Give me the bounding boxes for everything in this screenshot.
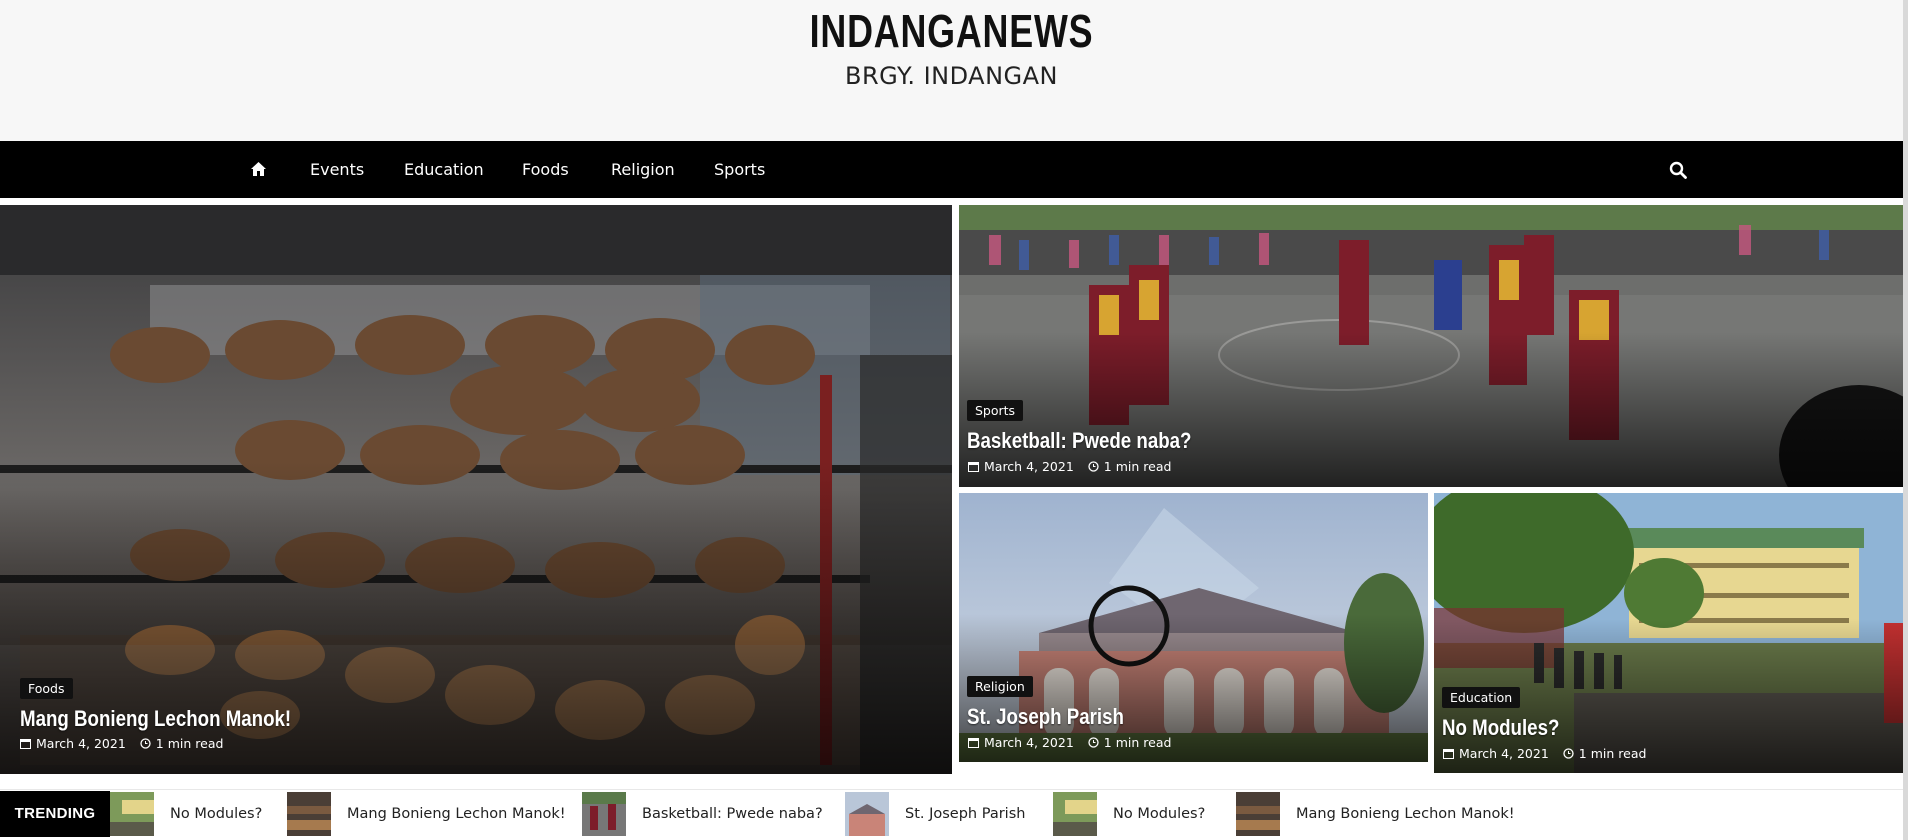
page-scrollbar[interactable] (1903, 0, 1908, 840)
category-badge[interactable]: Education (1442, 687, 1521, 708)
site-header: INDANGANEWS BRGY. INDANGAN (0, 0, 1903, 141)
nav-item-foods[interactable]: Foods (522, 141, 569, 198)
clock-icon (1563, 748, 1574, 759)
trending-title: Mang Bonieng Lechon Manok! (1296, 806, 1515, 822)
post-date: March 4, 2021 (984, 459, 1074, 474)
post-title[interactable]: St. Joseph Parish (967, 704, 1124, 730)
post-read-time: 1 min read (1103, 735, 1172, 750)
post-meta: March 4, 2021 1 min read (968, 735, 1171, 750)
nav-item-events[interactable]: Events (310, 141, 364, 198)
main-navigation: Events Education Foods Religion Sports (0, 141, 1903, 198)
featured-post-religion[interactable]: Religion St. Joseph Parish March 4, 2021… (959, 493, 1428, 762)
calendar-icon (20, 739, 31, 749)
category-badge[interactable]: Religion (967, 676, 1033, 697)
post-meta: March 4, 2021 1 min read (1443, 746, 1646, 761)
trending-item[interactable]: Basketball: Pwede naba? (582, 791, 823, 837)
post-date: March 4, 2021 (36, 736, 126, 751)
trending-title: No Modules? (1113, 806, 1206, 822)
trending-label: TRENDING NEWS (0, 791, 110, 837)
site-title[interactable]: INDANGANEWS (209, 4, 1693, 58)
trending-title: Basketball: Pwede naba? (642, 806, 823, 822)
trending-item[interactable]: Mang Bonieng Lechon Manok! (287, 791, 566, 837)
trending-title: No Modules? (170, 806, 263, 822)
calendar-icon (968, 462, 979, 472)
trending-thumbnail (287, 792, 331, 836)
clock-icon (1088, 737, 1099, 748)
site-tagline: BRGY. INDANGAN (844, 62, 1059, 90)
post-meta: March 4, 2021 1 min read (968, 459, 1171, 474)
clock-icon (1088, 461, 1099, 472)
search-icon[interactable] (1669, 161, 1687, 179)
trending-thumbnail (1053, 792, 1097, 836)
post-meta: March 4, 2021 1 min read (20, 736, 223, 751)
calendar-icon (968, 738, 979, 748)
post-title[interactable]: No Modules? (1442, 715, 1559, 741)
post-title[interactable]: Basketball: Pwede naba? (967, 428, 1191, 454)
post-date: March 4, 2021 (984, 735, 1074, 750)
post-title[interactable]: Mang Bonieng Lechon Manok! (20, 706, 291, 732)
trending-thumbnail (845, 792, 889, 836)
trending-item[interactable]: Mang Bonieng Lechon Manok! (1236, 791, 1515, 837)
trending-thumbnail (110, 792, 154, 836)
trending-title: St. Joseph Parish (905, 806, 1026, 822)
trending-item[interactable]: No Modules? (1053, 791, 1205, 837)
post-read-time: 1 min read (1103, 459, 1172, 474)
nav-item-religion[interactable]: Religion (611, 141, 675, 198)
featured-post-sports[interactable]: Sports Basketball: Pwede naba? March 4, … (959, 205, 1903, 487)
trending-item[interactable]: St. Joseph Parish (845, 791, 1025, 837)
home-icon[interactable] (250, 161, 267, 177)
category-badge[interactable]: Sports (967, 400, 1024, 421)
calendar-icon (1443, 749, 1454, 759)
trending-thumbnail (1236, 792, 1280, 836)
featured-post-foods[interactable]: Foods Mang Bonieng Lechon Manok! March 4… (0, 205, 952, 774)
trending-thumbnail (582, 792, 626, 836)
trending-title: Mang Bonieng Lechon Manok! (347, 806, 566, 822)
nav-item-sports[interactable]: Sports (714, 141, 765, 198)
category-badge[interactable]: Foods (20, 678, 73, 699)
trending-item[interactable]: No Modules? (110, 791, 262, 837)
post-read-time: 1 min read (1578, 746, 1647, 761)
clock-icon (140, 738, 151, 749)
trending-news-bar: TRENDING NEWS No Modules? Mang Bonieng L… (0, 789, 1908, 837)
nav-item-education[interactable]: Education (404, 141, 484, 198)
post-date: March 4, 2021 (1459, 746, 1549, 761)
post-read-time: 1 min read (155, 736, 224, 751)
featured-post-education[interactable]: Education No Modules? March 4, 2021 1 mi… (1434, 493, 1903, 773)
